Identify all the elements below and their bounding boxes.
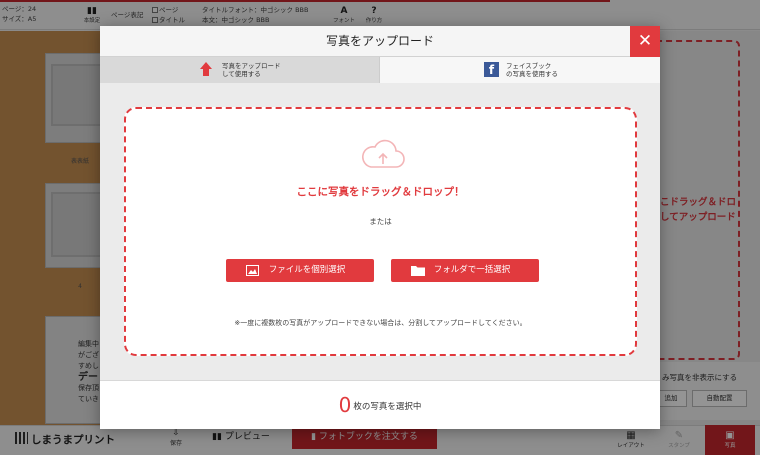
upload-note: ※一度に複数枚の写真がアップロードできない場合は、分割してアップロードしてくださ… [234, 319, 527, 327]
cloud-upload-icon [362, 139, 405, 168]
select-files-label: ファイルを個別選択 [268, 265, 346, 275]
upload-modal: 写真をアップロード ✕ 写真をアップロード して使用する f フェイスブック の… [100, 26, 660, 429]
tab-facebook-photos[interactable]: f フェイスブック の写真を使用する [379, 57, 660, 83]
tab-label-line: 写真をアップロード [222, 62, 281, 70]
image-icon [246, 265, 259, 276]
modal-title: 写真をアップロード [325, 34, 434, 48]
upload-arrow-icon [200, 62, 212, 76]
facebook-icon: f [484, 62, 499, 77]
folder-icon [411, 266, 425, 276]
drop-instruction: ここに写真をドラッグ＆ドロップ！ [296, 186, 465, 198]
or-label: または [369, 217, 392, 226]
select-folder-label: フォルダで一括選択 [433, 265, 511, 275]
selected-count-suffix: 枚の写真を選択中 [353, 402, 422, 412]
tab-upload-label: 写真をアップロード して使用する [222, 62, 281, 78]
modal-header: 写真をアップロード ✕ [100, 26, 660, 57]
tab-upload-photos[interactable]: 写真をアップロード して使用する [100, 57, 379, 83]
close-icon: ✕ [637, 31, 653, 51]
tab-label-line: して使用する [222, 70, 261, 78]
close-button[interactable]: ✕ [630, 26, 660, 57]
select-files-button[interactable]: ファイルを個別選択 [226, 259, 374, 282]
select-folder-button[interactable]: フォルダで一括選択 [391, 259, 539, 282]
modal-footer: 0 枚の写真を選択中 [100, 380, 660, 429]
selected-count: 0 [338, 393, 352, 417]
selection-count: 0 枚の写真を選択中 [100, 393, 660, 417]
tab-facebook-label: フェイスブック の写真を使用する [506, 62, 558, 78]
tab-label-line: の写真を使用する [506, 70, 558, 78]
photo-drop-zone[interactable]: ここに写真をドラッグ＆ドロップ！ または ファイルを個別選択 フォルダで一括選択… [124, 107, 637, 356]
tab-label-line: フェイスブック [506, 62, 552, 70]
upload-source-tabs: 写真をアップロード して使用する f フェイスブック の写真を使用する [100, 57, 660, 83]
